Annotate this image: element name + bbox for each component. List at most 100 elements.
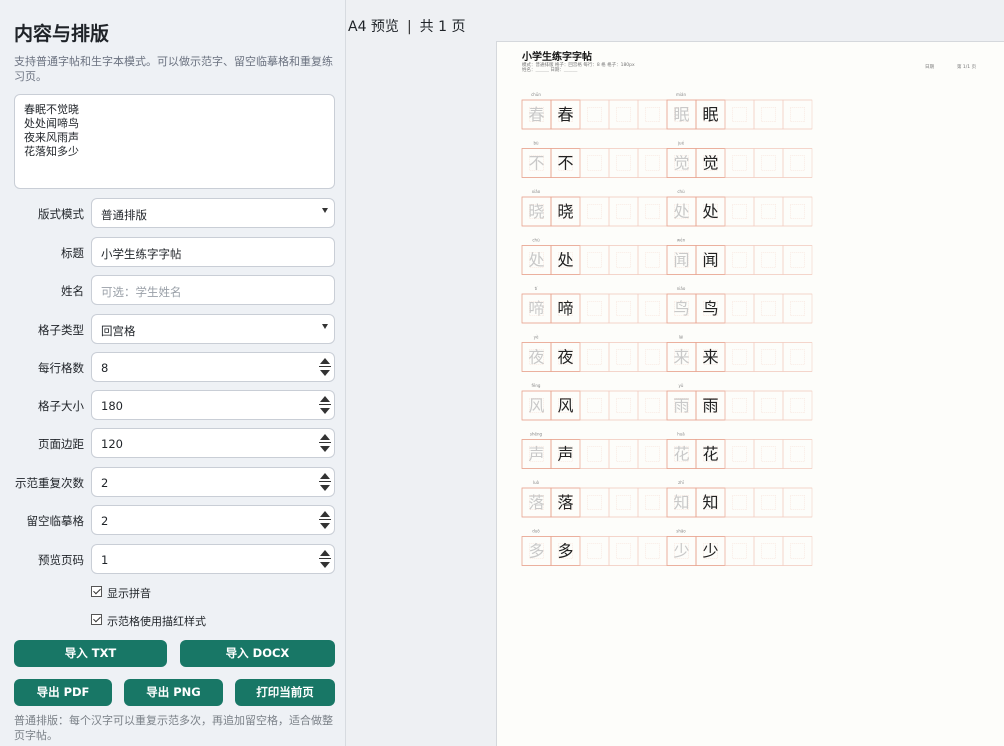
page-margin-label: 页面边距 <box>38 437 84 451</box>
preview-page-stepper[interactable]: 1 <box>91 544 335 574</box>
grid-cell <box>782 390 813 421</box>
name-input[interactable]: 可选：学生姓名 <box>91 275 335 305</box>
grid-cell <box>579 390 610 421</box>
checkbox-checked-icon[interactable] <box>91 614 102 625</box>
grid-cell <box>637 390 668 421</box>
settings-panel: 内容与排版 支持普通字帖和生字本模式。可以做示范字、留空临摹格和重复练习页。 春… <box>0 0 346 746</box>
content-textarea[interactable]: 春眠不觉晓 处处闻啼鸟 夜来风雨声 花落知多少 <box>14 94 335 189</box>
grid-cell <box>608 390 639 421</box>
grid-type-value: 回宫格 <box>101 324 136 338</box>
grid-cell <box>608 148 639 178</box>
grid-cell <box>637 487 668 518</box>
grid-cell <box>608 293 639 324</box>
grid-inner-square <box>587 446 602 462</box>
page-margin-value: 120 <box>101 437 123 451</box>
checkbox-checked-icon[interactable] <box>91 586 102 597</box>
trace-character: 多 <box>528 542 544 561</box>
trace-character: 闻 <box>673 251 689 270</box>
grid-inner-square <box>732 252 747 268</box>
grid-cell <box>579 245 610 275</box>
demo-character: 雨 <box>702 396 718 415</box>
title-label: 标题 <box>61 246 84 260</box>
grid-cell <box>724 390 755 421</box>
grid-inner-square <box>587 349 602 365</box>
spin-arrows-icon[interactable] <box>318 509 332 531</box>
demo-character: 晓 <box>557 202 573 221</box>
pinyin-label: niǎo <box>677 286 686 291</box>
grid-cell <box>782 245 813 275</box>
grid-inner-square <box>645 107 660 122</box>
panel-title: 内容与排版 <box>14 23 110 45</box>
pinyin-label: bù <box>533 141 539 146</box>
demo-character: 知 <box>702 493 718 512</box>
print-page-button[interactable]: 打印当前页 <box>235 679 335 706</box>
cell-size-stepper[interactable]: 180 <box>91 390 335 420</box>
grid-cell <box>724 245 755 275</box>
spin-arrows-icon[interactable] <box>318 471 332 493</box>
grid-type-label: 格子类型 <box>38 323 84 337</box>
demo-character: 夜 <box>557 348 573 367</box>
import-docx-button[interactable]: 导入 DOCX <box>180 640 335 667</box>
grid-inner-square <box>616 301 631 316</box>
layout-mode-label: 版式模式 <box>38 207 84 221</box>
grid-inner-square <box>587 543 602 559</box>
grid-inner-square <box>790 349 805 365</box>
grid-cell <box>637 148 668 178</box>
demo-repeat-stepper[interactable]: 2 <box>91 467 335 497</box>
trace-character: 来 <box>673 348 689 367</box>
import-txt-button[interactable]: 导入 TXT <box>14 640 167 667</box>
preview-page-row: 预览页码 1 <box>0 544 346 574</box>
grid-cell <box>637 245 668 275</box>
blank-trace-stepper[interactable]: 2 <box>91 505 335 535</box>
pinyin-label: mián <box>676 92 686 97</box>
grid-cell <box>637 293 668 324</box>
panel-description: 支持普通字帖和生字本模式。可以做示范字、留空临摹格和重复练习页。 <box>14 55 333 83</box>
grid-type-select[interactable]: 回宫格 <box>91 314 335 344</box>
pinyin-label: duō <box>532 529 540 534</box>
grid-cell <box>608 245 639 275</box>
grid-cell <box>608 99 639 130</box>
pinyin-label: huā <box>677 432 685 437</box>
grid-type-row: 格子类型 回宫格 <box>0 314 346 344</box>
grid-inner-square <box>761 155 776 171</box>
grid-cell <box>724 536 755 566</box>
cell-size-row: 格子大小 180 <box>0 390 346 420</box>
grid-inner-square <box>732 349 747 365</box>
grid-inner-square <box>616 446 631 462</box>
grid-cell <box>608 342 639 372</box>
grid-cell <box>782 487 813 518</box>
spin-arrows-icon[interactable] <box>318 432 332 454</box>
export-png-button[interactable]: 导出 PNG <box>124 679 223 706</box>
grid-inner-square <box>732 204 747 219</box>
trace-character: 晓 <box>528 202 544 221</box>
spin-arrows-icon[interactable] <box>318 394 332 416</box>
grid-cell <box>753 487 784 518</box>
pinyin-label: zhī <box>678 480 685 485</box>
demo-character: 风 <box>557 396 573 415</box>
pinyin-label: tí <box>535 286 539 291</box>
export-pdf-button[interactable]: 导出 PDF <box>14 679 112 706</box>
page-margin-stepper[interactable]: 120 <box>91 428 335 458</box>
grid-cell <box>724 487 755 518</box>
preview-header: A4 预览 | 共 1 页 <box>348 16 465 36</box>
trace-character: 夜 <box>528 348 544 367</box>
grid-cell <box>579 487 610 518</box>
grid-inner-square <box>645 398 660 413</box>
grid-cell <box>782 99 813 130</box>
layout-mode-select[interactable]: 普通排版 <box>91 198 335 228</box>
trace-character: 少 <box>673 542 689 561</box>
trace-character: 处 <box>528 251 544 270</box>
grid-inner-square <box>587 204 602 219</box>
grid-inner-square <box>587 495 602 510</box>
trace-character: 春 <box>528 105 544 124</box>
spin-arrows-icon[interactable] <box>318 356 332 378</box>
pinyin-label: fēng <box>532 383 541 388</box>
grid-inner-square <box>645 495 660 510</box>
demo-character: 声 <box>557 445 573 464</box>
show-pinyin-label: 显示拼音 <box>107 587 151 600</box>
cells-per-row-stepper[interactable]: 8 <box>91 352 335 382</box>
title-input[interactable]: 小学生练字字帖 <box>91 237 335 267</box>
demo-character: 不 <box>557 154 573 173</box>
spin-arrows-icon[interactable] <box>318 548 332 570</box>
grid-cell <box>637 342 668 372</box>
